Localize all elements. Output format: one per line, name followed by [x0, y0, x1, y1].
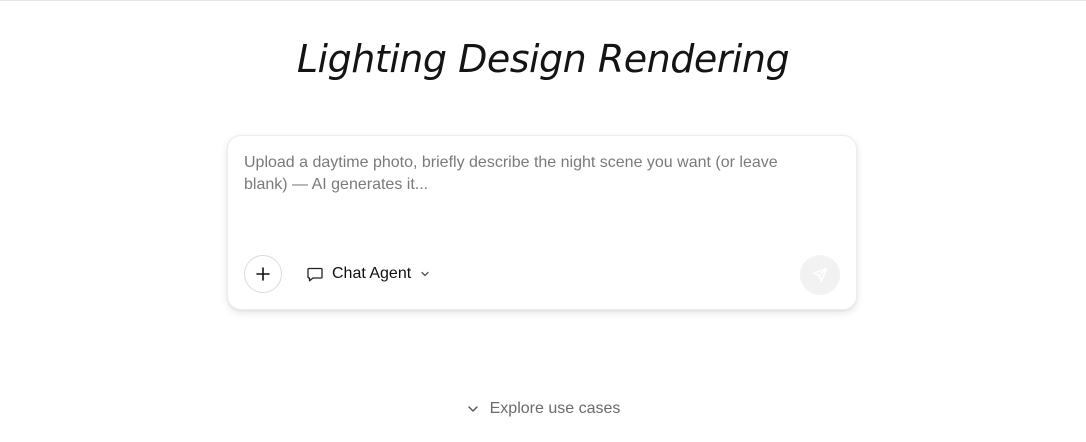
chevron-down-icon [419, 268, 431, 280]
explore-use-cases-label: Explore use cases [489, 400, 621, 417]
chevron-down-icon [466, 402, 480, 416]
explore-use-cases-toggle[interactable]: Explore use cases [0, 400, 1086, 418]
agent-selector-label: Chat Agent [332, 265, 412, 282]
page: Lighting Design Rendering Chat Agent [0, 0, 1086, 442]
prompt-input[interactable] [244, 152, 814, 222]
chat-bubble-icon [306, 265, 324, 283]
prompt-composer: Chat Agent [227, 135, 857, 310]
top-divider [0, 0, 1086, 1]
add-attachment-button[interactable] [244, 255, 282, 293]
send-button[interactable] [800, 255, 840, 295]
page-title: Lighting Design Rendering [296, 37, 790, 81]
agent-selector[interactable]: Chat Agent [298, 255, 439, 293]
plus-icon [256, 267, 270, 281]
send-icon [811, 266, 829, 284]
